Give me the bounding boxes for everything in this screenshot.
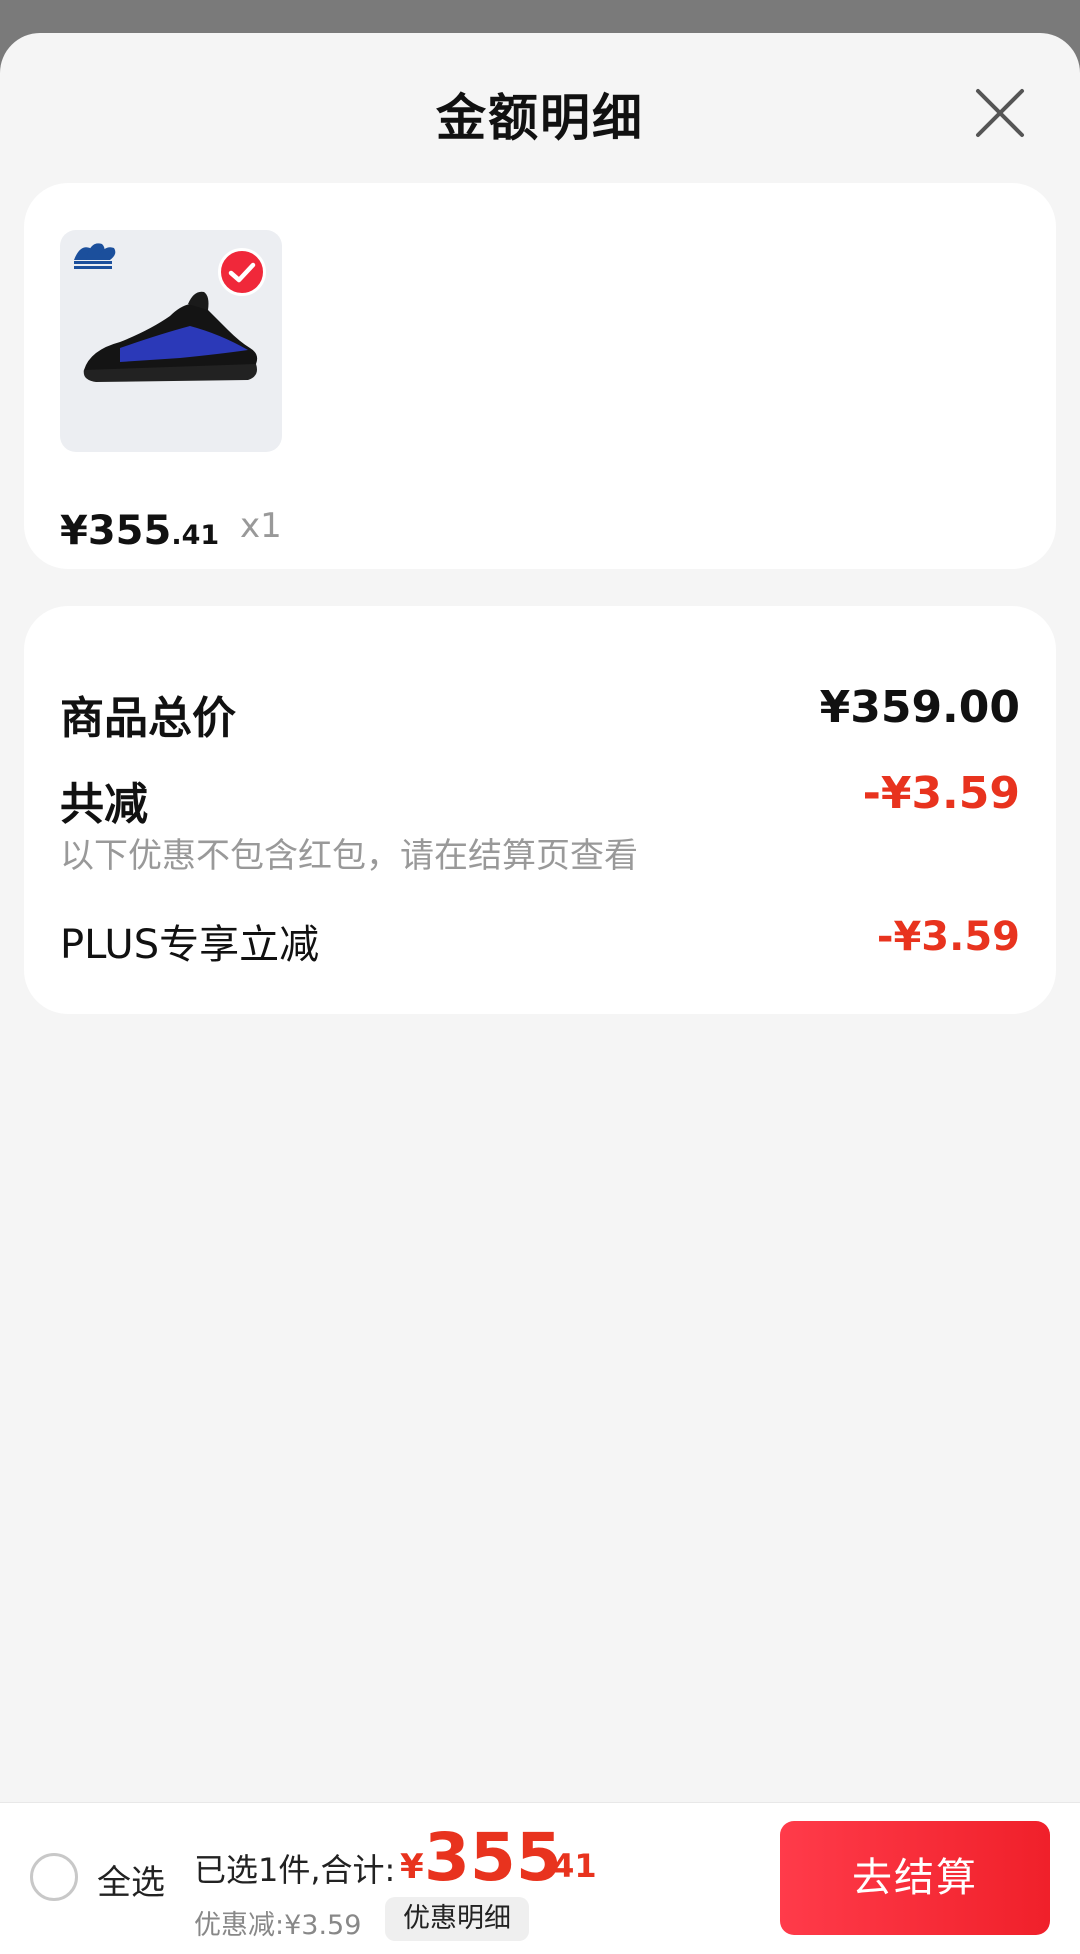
product-price: ¥355.41	[60, 508, 219, 554]
select-all-label[interactable]: 全选	[97, 1855, 165, 1904]
discount-label: 共减	[60, 779, 148, 830]
watermark: 拾光的日子	[380, 912, 571, 953]
amount-detail-sheet: 金额明细 ¥355.41 x1 商品总价 ¥359.00 共减 -¥3.59 以…	[0, 33, 1080, 1953]
total-currency: ¥	[400, 1847, 424, 1887]
checkout-button[interactable]: 去结算	[780, 1821, 1050, 1935]
discount-amount-text: 优惠减:¥3.59	[194, 1910, 362, 1941]
price-integer: ¥355	[60, 508, 172, 554]
total-price-value: ¥359.00	[819, 682, 1020, 733]
selected-summary-text: 已选1件,合计:	[194, 1851, 396, 1889]
sheet-title: 金额明细	[436, 89, 644, 147]
check-badge-icon[interactable]	[218, 248, 266, 296]
product-thumbnail[interactable]	[60, 230, 282, 452]
discount-value: -¥3.59	[862, 768, 1020, 819]
total-decimal: .41	[540, 1847, 597, 1885]
product-quantity: x1	[240, 506, 282, 546]
total-price-label: 商品总价	[60, 693, 236, 744]
shoe-illustration	[83, 291, 258, 382]
plus-discount-label: PLUS专享立减	[60, 922, 320, 968]
plus-discount-value: -¥3.59	[876, 914, 1020, 960]
bottom-checkout-bar: 全选 已选1件,合计: ¥ 355 .41 优惠减:¥3.59 优惠明细 去结算	[0, 1802, 1080, 1954]
radio-unchecked-icon[interactable]	[30, 1853, 78, 1901]
adidas-logo	[74, 243, 116, 269]
discount-detail-button[interactable]: 优惠明细	[385, 1897, 529, 1941]
discount-note: 以下优惠不包含红包，请在结算页查看	[60, 836, 638, 876]
price-decimal: .41	[171, 520, 220, 551]
close-icon[interactable]	[972, 85, 1028, 141]
product-card: ¥355.41 x1	[24, 183, 1056, 569]
sheet-header: 金额明细	[0, 33, 1080, 183]
